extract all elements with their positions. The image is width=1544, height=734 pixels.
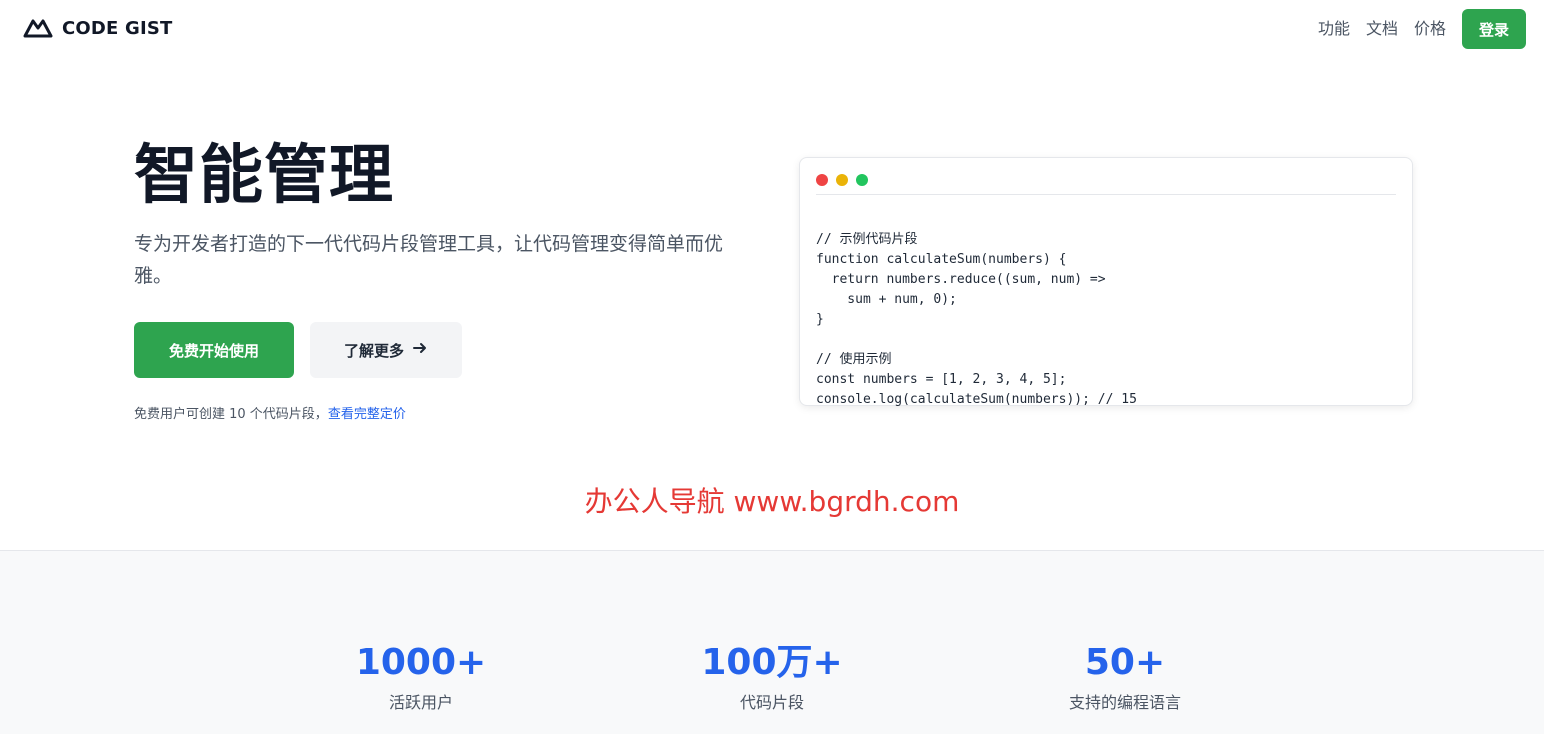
code-line: return numbers.reduce((sum, num) =>: [816, 272, 1106, 287]
top-header: CODE GIST 功能 文档 价格 登录: [0, 0, 1544, 58]
brand-name: CODE GIST: [62, 17, 173, 39]
stat-value: 100万+: [701, 642, 843, 683]
stats-section: 1000+ 活跃用户 100万+ 代码片段 50+ 支持的编程语言: [0, 550, 1544, 734]
minimize-dot-icon: [836, 174, 848, 186]
hero-description: 专为开发者打造的下一代代码片段管理工具，让代码管理变得简单而优雅。: [134, 233, 724, 287]
code-example-card: // 示例代码片段 function calculateSum(numbers) …: [799, 157, 1413, 407]
code-line: console.log(calculateSum(numbers)); // 1…: [816, 392, 1137, 407]
code-line: }: [816, 312, 824, 327]
free-plan-note: 免费用户可创建 10 个代码片段，查看完整定价: [134, 403, 406, 422]
close-dot-icon: [816, 174, 828, 186]
stat-snippets: 100万+ 代码片段: [622, 641, 922, 713]
arrow-right-icon: [412, 340, 428, 360]
divider: [816, 194, 1396, 195]
stat-label: 活跃用户: [388, 693, 453, 712]
stat-value: 50+: [1084, 642, 1166, 683]
stat-label: 代码片段: [739, 693, 804, 712]
stat-active-users: 1000+ 活跃用户: [271, 641, 571, 713]
maximize-dot-icon: [856, 174, 868, 186]
code-line: ​: [816, 330, 1137, 350]
nav-link-pricing[interactable]: 价格: [1414, 9, 1446, 49]
stat-label: 支持的编程语言: [1068, 693, 1181, 712]
stat-value: 1000+: [355, 642, 487, 683]
code-line: // 示例代码片段: [816, 232, 918, 247]
pricing-link[interactable]: 查看完整定价: [328, 407, 406, 422]
start-free-button[interactable]: 免费开始使用: [134, 322, 294, 378]
stat-languages: 50+ 支持的编程语言: [975, 641, 1275, 713]
mountain-logo-icon: [22, 16, 54, 40]
hero-title: 智能管理: [134, 139, 394, 213]
login-button[interactable]: 登录: [1462, 9, 1526, 49]
code-block: // 示例代码片段 function calculateSum(numbers) …: [816, 210, 1137, 450]
nav-link-features[interactable]: 功能: [1318, 9, 1350, 49]
code-line: const numbers = [1, 2, 3, 4, 5];: [816, 372, 1067, 387]
brand[interactable]: CODE GIST: [22, 16, 173, 40]
code-line: function calculateSum(numbers) {: [816, 252, 1067, 267]
note-text: 免费用户可创建 10 个代码片段，: [134, 407, 328, 422]
learn-more-button[interactable]: 了解更多: [310, 322, 462, 378]
main-nav: 功能 文档 价格 登录: [1318, 9, 1526, 49]
nav-link-docs[interactable]: 文档: [1366, 9, 1398, 49]
window-controls: [816, 174, 868, 186]
watermark-text: 办公人导航 www.bgrdh.com: [584, 485, 960, 518]
learn-more-label: 了解更多: [343, 341, 404, 360]
code-line: // 使用示例: [816, 352, 892, 367]
code-line: sum + num, 0);: [816, 292, 957, 307]
